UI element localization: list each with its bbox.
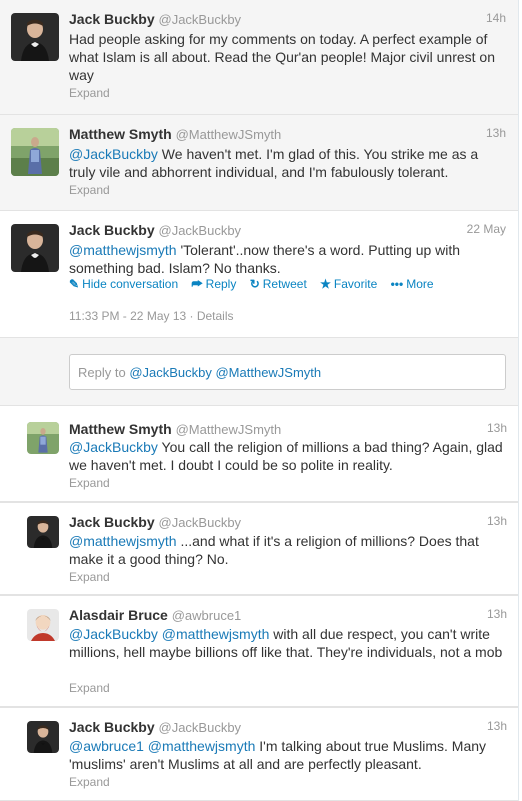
hide-conversation-icon: ✎ bbox=[69, 277, 80, 291]
author-username[interactable]: @JackBuckby bbox=[159, 12, 242, 27]
tweet-text: @matthewjsmyth ...and what if it's a rel… bbox=[69, 532, 507, 568]
tweet-timestamp[interactable]: 13h bbox=[487, 421, 507, 435]
reply-button[interactable]: ⮫ Reply bbox=[191, 277, 236, 292]
mention-link[interactable]: @JackBuckby bbox=[69, 439, 158, 455]
more-dots-icon: ••• bbox=[390, 277, 404, 291]
author-name[interactable]: Alasdair Bruce bbox=[69, 607, 168, 623]
reply-mentions: @JackBuckby @MatthewJSmyth bbox=[129, 365, 322, 380]
reply-tweet[interactable]: Matthew Smyth @MatthewJSmyth 13h @JackBu… bbox=[0, 406, 518, 502]
author-name[interactable]: Jack Buckby bbox=[69, 11, 155, 27]
expand-link[interactable]: Expand bbox=[69, 86, 110, 100]
reply-tweet[interactable]: Jack Buckby @JackBuckby 13h @matthewjsmy… bbox=[0, 502, 518, 595]
timeline: Jack Buckby @JackBuckby 14h Had people a… bbox=[0, 0, 519, 801]
author-username[interactable]: @MatthewJSmyth bbox=[176, 127, 282, 142]
more-label: More bbox=[406, 277, 434, 291]
reply-arrow-icon: ⮫ bbox=[191, 277, 203, 291]
expand-link[interactable]: Expand bbox=[69, 183, 110, 197]
tweet-timestamp[interactable]: 13h bbox=[487, 514, 507, 528]
mention-link[interactable]: @matthewjsmyth bbox=[69, 242, 177, 258]
tweet-text: @JackBuckby You call the religion of mil… bbox=[69, 438, 507, 474]
retweet-icon: ↻ bbox=[249, 277, 260, 291]
author-username[interactable]: @JackBuckby bbox=[159, 515, 242, 530]
more-button[interactable]: ••• More bbox=[391, 277, 434, 291]
avatar[interactable] bbox=[11, 128, 59, 176]
tweet-body: Had people asking for my comments on tod… bbox=[69, 31, 496, 83]
expand-link[interactable]: Expand bbox=[69, 570, 110, 584]
author-name[interactable]: Jack Buckby bbox=[69, 514, 155, 530]
tweet-timestamp[interactable]: 22 May bbox=[467, 222, 506, 236]
tweet-text: @JackBuckby @matthewjsmyth with all due … bbox=[69, 625, 507, 661]
avatar[interactable] bbox=[27, 516, 59, 548]
avatar[interactable] bbox=[27, 422, 59, 454]
avatar[interactable] bbox=[27, 721, 59, 753]
tweet-actions: ✎ Hide conversation ⮫ Reply ↻ Retweet ★ Favo… bbox=[69, 277, 444, 292]
reply-prefix: Reply to bbox=[78, 365, 130, 380]
author-username[interactable]: @awbruce1 bbox=[172, 608, 242, 623]
tweet[interactable]: Jack Buckby @JackBuckby 14h Had people a… bbox=[0, 0, 518, 115]
reply-input[interactable]: Reply to @JackBuckby @MatthewJSmyth bbox=[69, 354, 506, 390]
tweet-text: @awbruce1 @matthewjsmyth I'm talking abo… bbox=[69, 737, 507, 773]
author-name[interactable]: Jack Buckby bbox=[69, 719, 155, 735]
mention-link[interactable]: @matthewjsmyth bbox=[69, 533, 177, 549]
tweet-timestamp[interactable]: 14h bbox=[486, 11, 506, 25]
tweet-timestamp[interactable]: 13h bbox=[486, 126, 506, 140]
tweet-details[interactable]: 11:33 PM - 22 May 13 · Details bbox=[69, 309, 234, 323]
reply-tweet[interactable]: Jack Buckby @JackBuckby 13h @awbruce1 @m… bbox=[0, 707, 518, 801]
favorite-button[interactable]: ★ Favorite bbox=[320, 277, 377, 291]
hide-conversation-label: Hide conversation bbox=[82, 277, 179, 291]
tweet-text: @matthewjsmyth 'Tolerant'..now there's a… bbox=[69, 241, 506, 277]
reply-label: Reply bbox=[205, 277, 237, 291]
avatar[interactable] bbox=[27, 609, 59, 641]
retweet-button[interactable]: ↻ Retweet bbox=[250, 277, 307, 291]
retweet-label: Retweet bbox=[262, 277, 307, 291]
reply-tweet[interactable]: Alasdair Bruce @awbruce1 13h @JackBuckby… bbox=[0, 595, 518, 707]
hide-conversation-button[interactable]: ✎ Hide conversation bbox=[69, 277, 178, 291]
tweet-text: @JackBuckby We haven't met. I'm glad of … bbox=[69, 145, 506, 181]
favorite-star-icon: ★ bbox=[320, 277, 331, 291]
tweet-timestamp[interactable]: 13h bbox=[487, 719, 507, 733]
tweet-timestamp[interactable]: 13h bbox=[487, 607, 507, 621]
author-name[interactable]: Matthew Smyth bbox=[69, 126, 172, 142]
author-username[interactable]: @JackBuckby bbox=[159, 223, 242, 238]
mention-link[interactable]: @JackBuckby @matthewjsmyth bbox=[69, 626, 269, 642]
expand-link[interactable]: Expand bbox=[69, 476, 110, 490]
avatar[interactable] bbox=[11, 224, 59, 272]
mention-link[interactable]: @awbruce1 @matthewjsmyth bbox=[69, 738, 255, 754]
author-name[interactable]: Jack Buckby bbox=[69, 222, 155, 238]
author-username[interactable]: @MatthewJSmyth bbox=[176, 422, 282, 437]
reply-area: Reply to @JackBuckby @MatthewJSmyth bbox=[0, 337, 518, 406]
expand-link[interactable]: Expand bbox=[69, 681, 110, 695]
avatar[interactable] bbox=[11, 13, 59, 61]
expand-link[interactable]: Expand bbox=[69, 775, 110, 789]
favorite-label: Favorite bbox=[333, 277, 378, 291]
author-name[interactable]: Matthew Smyth bbox=[69, 421, 172, 437]
tweet[interactable]: Matthew Smyth @MatthewJSmyth 13h @JackBu… bbox=[0, 115, 518, 211]
mention-link[interactable]: @JackBuckby bbox=[69, 146, 158, 162]
author-username[interactable]: @JackBuckby bbox=[159, 720, 242, 735]
tweet-text: Had people asking for my comments on tod… bbox=[69, 30, 506, 84]
